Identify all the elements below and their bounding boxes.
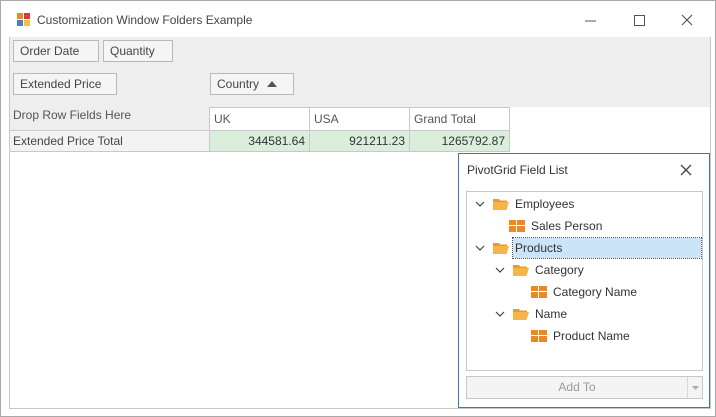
tree-node-label: Products	[512, 237, 702, 259]
app-icon	[17, 13, 30, 26]
close-button[interactable]	[664, 7, 710, 33]
title-bar: Customization Window Folders Example	[1, 1, 715, 37]
tree-node-category-name[interactable]: Category Name	[531, 282, 639, 302]
chevron-down-icon[interactable]	[493, 307, 507, 321]
column-header-uk[interactable]: UK	[209, 107, 310, 130]
tree-node-sales-person[interactable]: Sales Person	[509, 216, 604, 236]
tree-node-name[interactable]: Name	[493, 304, 569, 324]
folder-open-icon	[513, 265, 529, 276]
field-list-close-button[interactable]	[677, 161, 695, 179]
folder-open-icon	[513, 309, 529, 320]
column-header-usa[interactable]: USA	[309, 107, 410, 130]
add-to-button[interactable]: Add To	[466, 376, 703, 399]
field-icon	[531, 330, 547, 342]
filter-field-order-date[interactable]: Order Date	[13, 40, 99, 62]
field-icon	[531, 286, 547, 298]
filter-field-quantity[interactable]: Quantity	[103, 40, 173, 62]
chevron-down-icon[interactable]	[493, 263, 507, 277]
minimize-icon	[584, 20, 596, 21]
field-list-window: PivotGrid Field List Employees Sales Per…	[458, 153, 710, 408]
column-field-country[interactable]: Country	[210, 73, 294, 95]
chevron-down-icon[interactable]	[473, 197, 487, 211]
maximize-button[interactable]	[616, 7, 662, 33]
tree-node-label: Product Name	[553, 329, 630, 343]
dropdown-arrow-icon[interactable]	[687, 377, 703, 398]
data-cell-usa[interactable]: 921211.23	[309, 130, 410, 152]
tree-node-label: Sales Person	[531, 219, 603, 233]
field-tree: Employees Sales Person Products Category…	[466, 191, 703, 371]
pivot-header-area: Order Date Quantity Extended Price Count…	[10, 37, 710, 107]
chevron-down-icon[interactable]	[473, 241, 487, 255]
tree-node-category[interactable]: Category	[493, 260, 586, 280]
data-field-extended-price[interactable]: Extended Price	[13, 73, 117, 95]
data-cell-uk[interactable]: 344581.64	[209, 130, 310, 152]
add-to-label: Add To	[558, 380, 596, 394]
row-header-extended-price-total[interactable]: Extended Price Total	[10, 130, 209, 152]
folder-open-icon	[493, 199, 509, 210]
sort-ascending-icon	[267, 80, 278, 87]
column-field-label: Country	[217, 77, 260, 91]
folder-open-icon	[493, 243, 509, 254]
minimize-button[interactable]	[567, 7, 613, 33]
main-window: Customization Window Folders Example Ord…	[0, 0, 716, 417]
tree-node-label: Category	[535, 263, 584, 277]
tree-node-products[interactable]: Products	[473, 237, 702, 259]
maximize-icon	[633, 14, 645, 26]
field-list-title: PivotGrid Field List	[467, 163, 568, 177]
data-cell-grand-total[interactable]: 1265792.87	[409, 130, 510, 152]
column-header-grand-total[interactable]: Grand Total	[409, 107, 510, 130]
tree-node-product-name[interactable]: Product Name	[531, 326, 632, 346]
window-title: Customization Window Folders Example	[37, 13, 253, 27]
drop-row-fields-area[interactable]: Drop Row Fields Here	[10, 107, 209, 130]
tree-node-label: Employees	[515, 197, 575, 211]
field-icon	[509, 220, 525, 232]
tree-node-label: Category Name	[553, 285, 638, 299]
tree-node-label: Name	[535, 307, 568, 321]
close-icon	[680, 164, 692, 176]
close-icon	[681, 14, 693, 26]
tree-node-employees[interactable]: Employees	[473, 194, 576, 214]
